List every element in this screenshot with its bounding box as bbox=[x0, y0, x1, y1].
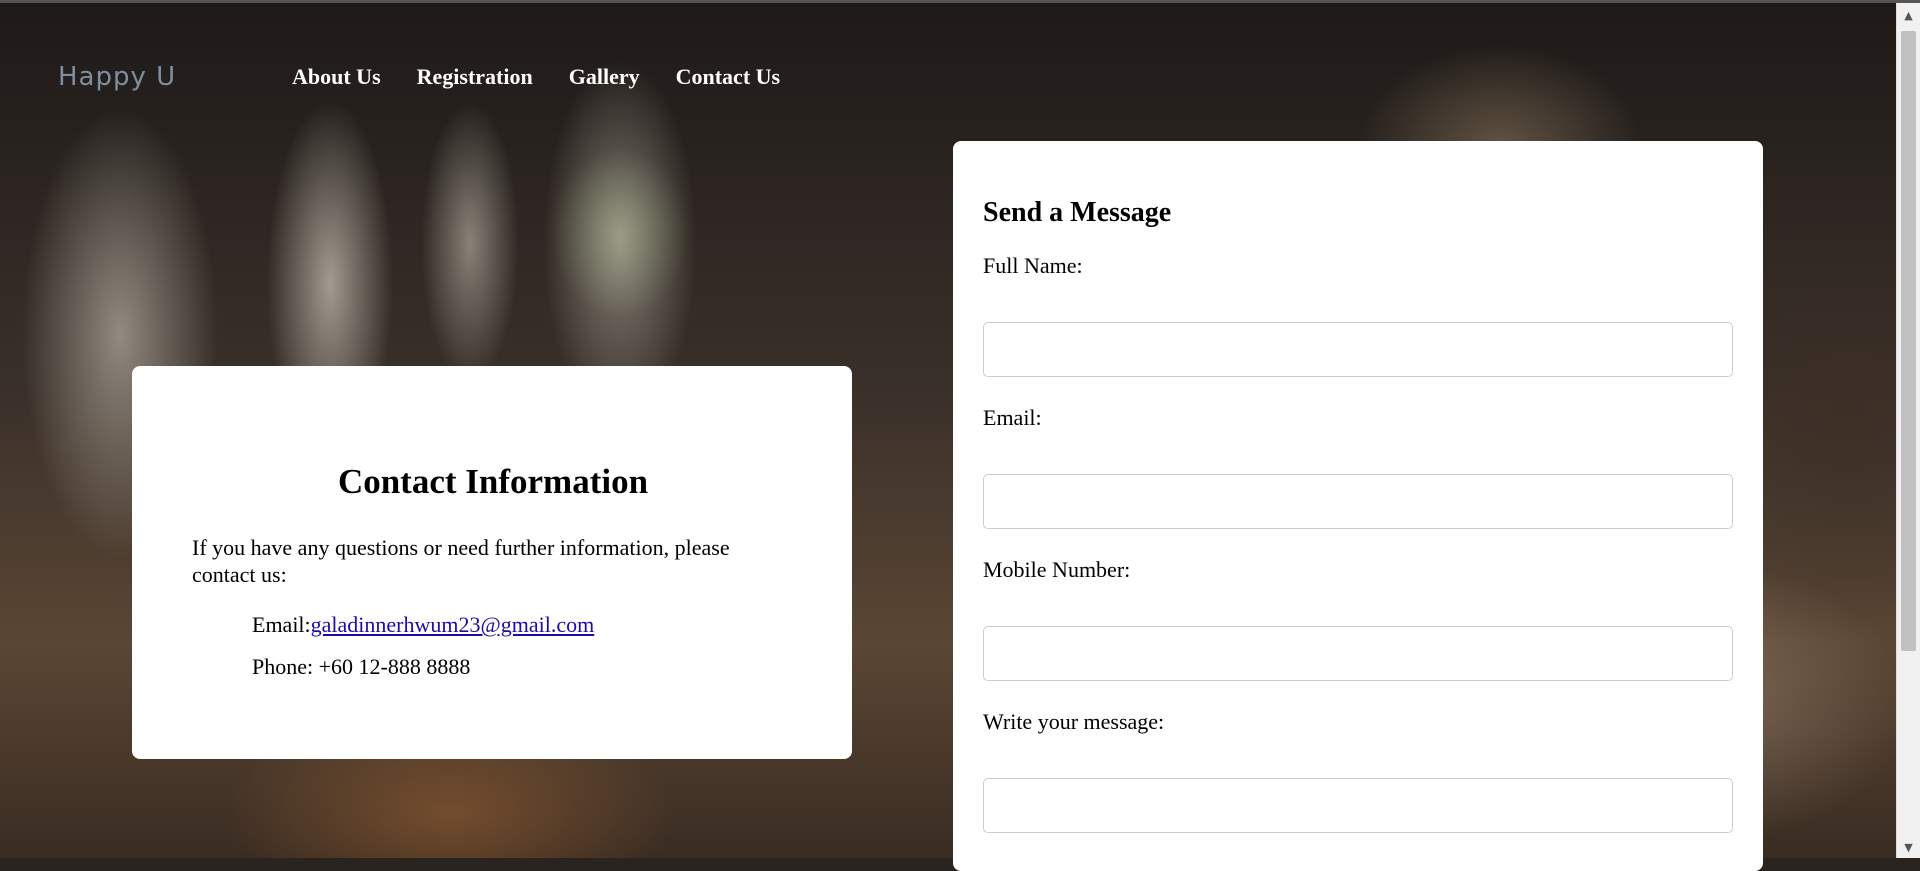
mobile-number-label: Mobile Number: bbox=[983, 557, 1131, 582]
contact-email-item: Email:galadinnerhwum23@gmail.com bbox=[252, 612, 794, 638]
message-label: Write your message: bbox=[983, 709, 1165, 734]
message-input[interactable] bbox=[983, 778, 1733, 833]
main-nav: Happy U About Us Registration Gallery Co… bbox=[58, 52, 816, 102]
nav-about-us[interactable]: About Us bbox=[292, 64, 381, 90]
mobile-number-input[interactable] bbox=[983, 626, 1733, 681]
form-title: Send a Message bbox=[983, 197, 1172, 228]
send-message-form: Send a Message Full Name: Email: Mobile … bbox=[953, 141, 1763, 871]
email-input[interactable] bbox=[983, 474, 1733, 529]
email-label: Email: bbox=[983, 405, 1042, 430]
triangle-up-icon[interactable]: ▲ bbox=[1897, 6, 1920, 26]
nav-contact-us[interactable]: Contact Us bbox=[676, 64, 781, 90]
contact-information-card: Contact Information If you have any ques… bbox=[132, 366, 852, 759]
full-name-label: Full Name: bbox=[983, 253, 1083, 278]
contact-email-label: Email: bbox=[252, 612, 311, 637]
page-scrollbar[interactable]: ▲ ▼ bbox=[1896, 3, 1920, 858]
contact-phone-item: Phone: +60 12-888 8888 bbox=[252, 654, 471, 679]
site-logo[interactable]: Happy U bbox=[58, 62, 292, 92]
scrollbar-thumb[interactable] bbox=[1901, 31, 1916, 651]
contact-intro-text: If you have any questions or need furthe… bbox=[192, 535, 730, 587]
nav-registration[interactable]: Registration bbox=[417, 64, 533, 90]
contact-information-title: Contact Information bbox=[337, 462, 649, 501]
full-name-input[interactable] bbox=[983, 322, 1733, 377]
triangle-down-icon[interactable]: ▼ bbox=[1897, 838, 1920, 858]
contact-details-list: Email:galadinnerhwum23@gmail.com Phone: … bbox=[192, 612, 794, 680]
nav-gallery[interactable]: Gallery bbox=[569, 64, 640, 90]
contact-email-link[interactable]: galadinnerhwum23@gmail.com bbox=[311, 612, 595, 637]
